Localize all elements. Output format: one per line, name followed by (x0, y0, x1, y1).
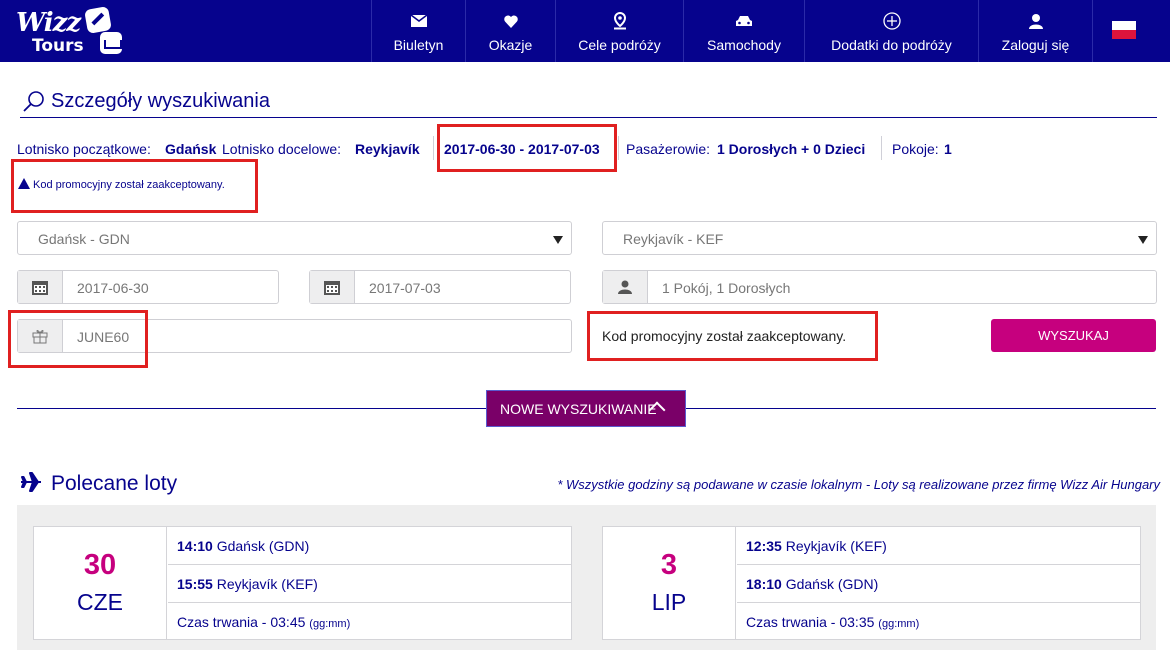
origin-airport-value: Gdańsk - GDN (38, 231, 130, 247)
car-icon (684, 12, 804, 30)
user-icon (603, 271, 648, 303)
origin-airport-select[interactable]: Gdańsk - GDN (17, 221, 572, 255)
nav-item-samochody[interactable]: Samochody (683, 0, 804, 62)
duration-label: Czas trwania - (746, 614, 840, 630)
search-button[interactable]: WYSZUKAJ (991, 319, 1156, 352)
divider (433, 136, 434, 160)
depart-date-value: 2017-06-30 (77, 280, 149, 296)
duration-unit: (gg:mm) (309, 618, 351, 630)
plane-icon (84, 6, 112, 34)
duration-label: Czas trwania - (177, 614, 271, 630)
rooms-guests-field[interactable]: 1 Pokój, 1 Dorosłych (602, 270, 1157, 304)
rooms-value: 1 (944, 141, 952, 157)
duration-value: 03:45 (270, 614, 306, 630)
duration-unit: (gg:mm) (878, 618, 920, 630)
duration-row: Czas trwania - 03:45 (gg:mm) (168, 603, 571, 641)
flight-month: LIP (651, 589, 687, 615)
origin-value: Gdańsk (165, 141, 217, 157)
nav-label: Biuletyn (393, 37, 444, 53)
rooms-guests-value: 1 Pokój, 1 Dorosłych (662, 280, 791, 296)
logo-tours-text: Tours (32, 36, 84, 56)
destination-airport-value: Reykjavík - KEF (623, 231, 724, 247)
nav-label: Dodatki do podróży (831, 37, 952, 53)
magnifier-icon (23, 90, 45, 116)
duration-value: 03:35 (839, 614, 875, 630)
nav-label: Okazje (488, 37, 533, 53)
heart-icon (466, 12, 555, 30)
user-icon (979, 12, 1092, 30)
nav-item-biuletyn[interactable]: Biuletyn (371, 0, 465, 62)
flight-month: CZE (77, 589, 123, 615)
nav-item-zaloguj[interactable]: Zaloguj się (978, 0, 1092, 62)
calendar-icon (18, 271, 63, 303)
nav-item-okazje[interactable]: Okazje (465, 0, 555, 62)
dropdown-arrow-icon (1138, 236, 1148, 244)
arrival-airport: Gdańsk (GDN) (785, 576, 879, 592)
passengers-value: 1 Dorosłych + 0 Dzieci (717, 141, 866, 157)
return-date-value: 2017-07-03 (369, 280, 441, 296)
departure-row: 12:35 Reykjavík (KEF) (737, 527, 1140, 565)
destination-value: Reykjavík (355, 141, 420, 157)
depart-date-field[interactable]: 2017-06-30 (17, 270, 279, 304)
flight-card[interactable]: 30 CZE 14:10 Gdańsk (GDN) 15:55 Reykjaví… (33, 526, 572, 640)
departure-airport: Reykjavík (KEF) (785, 538, 887, 554)
new-search-button[interactable]: NOWE WYSZUKIWANIE (486, 390, 686, 427)
arrival-time: 15:55 (177, 576, 213, 592)
nav-label: Samochody (707, 37, 781, 53)
departure-row: 14:10 Gdańsk (GDN) (168, 527, 571, 565)
duration-row: Czas trwania - 03:35 (gg:mm) (737, 603, 1140, 641)
destination-label: Lotnisko docelowe: (222, 141, 342, 157)
passengers-label: Pasażerowie: (626, 141, 711, 157)
wizz-tours-logo[interactable]: Wizz Tours (14, 6, 122, 56)
top-nav: Wizz Tours Biuletyn Okazje Cele podróży … (0, 0, 1170, 62)
divider (618, 136, 619, 160)
departure-airport: Gdańsk (GDN) (216, 538, 310, 554)
flight-date: 3 LIP (603, 527, 736, 639)
map-pin-icon (556, 12, 683, 30)
arrival-row: 18:10 Gdańsk (GDN) (737, 565, 1140, 603)
arrival-airport: Reykjavík (KEF) (216, 576, 318, 592)
departure-time: 12:35 (746, 538, 782, 554)
nav-item-dodatki[interactable]: Dodatki do podróży (804, 0, 978, 62)
nav-label: Zaloguj się (1001, 37, 1070, 53)
flight-day: 30 (83, 549, 117, 581)
highlight-box-dates (437, 124, 617, 172)
return-date-field[interactable]: 2017-07-03 (309, 270, 571, 304)
logo-wizz-text: Wizz (16, 8, 81, 38)
plane-icon (20, 471, 42, 497)
origin-label: Lotnisko początkowe: (17, 141, 151, 157)
highlight-box-promo-notice (11, 159, 258, 213)
highlight-box-promo-code (8, 310, 148, 368)
flight-card[interactable]: 3 LIP 12:35 Reykjavík (KEF) 18:10 Gdańsk… (602, 526, 1141, 640)
calendar-icon (310, 271, 355, 303)
search-details-header: Szczegóły wyszukiwania (20, 90, 1157, 118)
dropdown-arrow-icon (553, 236, 563, 244)
featured-flights-header: Polecane loty * Wszystkie godziny są pod… (20, 470, 1160, 500)
destination-airport-select[interactable]: Reykjavík - KEF (602, 221, 1157, 255)
flight-date: 30 CZE (34, 527, 167, 639)
arrival-time: 18:10 (746, 576, 782, 592)
featured-flights-title: Polecane loty (51, 472, 178, 495)
polish-flag-icon[interactable] (1112, 21, 1136, 39)
highlight-box-promo-status (587, 311, 878, 361)
departure-time: 14:10 (177, 538, 213, 554)
divider (881, 136, 882, 160)
arrival-row: 15:55 Reykjavík (KEF) (168, 565, 571, 603)
bed-icon (100, 32, 122, 54)
new-search-label: NOWE WYSZUKIWANIE (500, 401, 657, 417)
rooms-label: Pokoje: (892, 141, 939, 157)
flight-day: 3 (660, 549, 678, 581)
envelope-icon (372, 12, 465, 30)
nav-label: Cele podróży (578, 37, 661, 53)
plus-circle-icon (805, 12, 978, 30)
timezone-note: * Wszystkie godziny są podawane w czasie… (557, 477, 1160, 492)
nav-item-cele-podrozy[interactable]: Cele podróży (555, 0, 683, 62)
search-details-title: Szczegóły wyszukiwania (51, 90, 270, 112)
